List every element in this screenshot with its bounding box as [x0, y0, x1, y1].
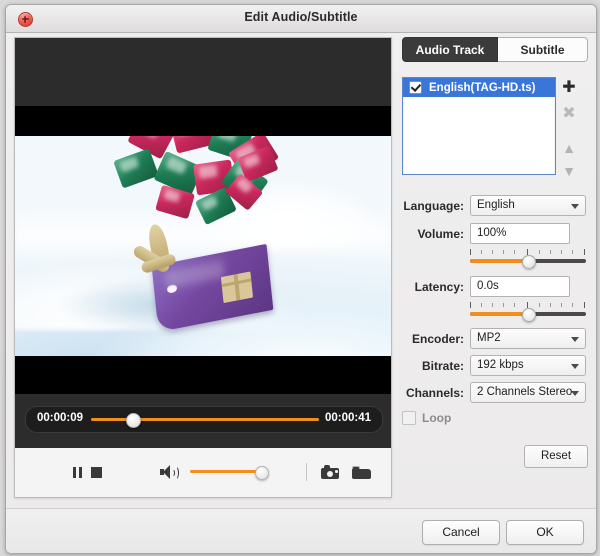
volume-slider-handle[interactable]: [522, 255, 536, 269]
folder-icon[interactable]: [352, 466, 371, 479]
chevron-down-icon: [571, 204, 579, 209]
window-title: Edit Audio/Subtitle: [244, 10, 358, 24]
chevron-down-icon: [571, 391, 579, 396]
channels-row: Channels: 2 Channels Stereo: [398, 382, 590, 404]
loop-checkbox-row[interactable]: Loop: [402, 410, 451, 426]
ok-button[interactable]: OK: [506, 520, 584, 545]
stop-icon[interactable]: [91, 467, 102, 478]
tab-audio-track[interactable]: Audio Track: [402, 37, 498, 62]
encoder-label: Encoder:: [411, 332, 464, 346]
letterbox-bottom: [15, 356, 391, 394]
reset-button[interactable]: Reset: [524, 445, 588, 468]
screen-top-bar: [15, 38, 391, 106]
volume-label: Volume:: [417, 227, 464, 241]
track-list-buttons: ✚ ✖ ▲ ▼: [558, 77, 586, 182]
remove-track-button[interactable]: ✖: [558, 103, 580, 125]
bitrate-label: Bitrate:: [421, 359, 464, 373]
bitrate-select[interactable]: 192 kbps: [470, 355, 586, 376]
latency-slider[interactable]: [470, 302, 586, 322]
track-checkbox[interactable]: [409, 81, 422, 94]
language-label: Language:: [403, 199, 464, 213]
current-time-label: 00:00:09: [37, 412, 84, 424]
encoder-select-wrap: MP2: [470, 328, 586, 349]
channels-value: 2 Channels Stereo: [477, 386, 573, 398]
video-player-panel: 00:00:09 00:00:41: [14, 37, 392, 498]
move-up-button[interactable]: ▲: [558, 137, 580, 159]
encoder-row: Encoder: MP2: [398, 328, 590, 350]
move-down-button[interactable]: ▼: [558, 160, 580, 182]
volume-row: Volume: 100%: [398, 223, 590, 245]
ribbon-bow: [128, 222, 203, 290]
loop-label: Loop: [422, 411, 452, 425]
bitrate-row: Bitrate: 192 kbps: [398, 355, 590, 377]
language-value: English: [477, 199, 515, 211]
channels-select-wrap: 2 Channels Stereo: [470, 382, 586, 403]
settings-panel: Audio Track Subtitle English(TAG-HD.ts) …: [398, 37, 590, 496]
language-select-wrap: English: [470, 195, 586, 216]
letterbox-top: [15, 106, 391, 136]
speaker-icon[interactable]: [160, 465, 179, 480]
pause-icon[interactable]: [73, 467, 82, 478]
latency-label: Latency:: [414, 280, 464, 294]
language-row: Language: English: [398, 195, 590, 217]
tab-subtitle[interactable]: Subtitle: [498, 37, 588, 62]
video-screen[interactable]: 00:00:09 00:00:41: [15, 38, 391, 448]
total-time-label: 00:00:41: [324, 412, 371, 424]
encoder-select[interactable]: MP2: [470, 328, 586, 349]
latency-field-wrap: 0.0s: [470, 276, 586, 297]
player-volume-handle[interactable]: [255, 466, 269, 480]
gift-icon: [220, 271, 254, 304]
track-label: English(TAG-HD.ts): [429, 81, 536, 94]
footer-bar: Cancel OK: [6, 509, 596, 553]
chevron-down-icon: [571, 337, 579, 342]
volume-input[interactable]: 100%: [470, 223, 570, 244]
timeline-handle[interactable]: [126, 413, 141, 428]
bitrate-select-wrap: 192 kbps: [470, 355, 586, 376]
latency-row: Latency: 0.0s: [398, 276, 590, 298]
latency-input[interactable]: 0.0s: [470, 276, 570, 297]
player-volume-track[interactable]: [190, 470, 262, 473]
title-bar: Edit Audio/Subtitle: [6, 5, 596, 33]
list-item[interactable]: English(TAG-HD.ts): [403, 78, 555, 97]
audio-track-list[interactable]: English(TAG-HD.ts): [402, 77, 556, 175]
channels-label: Channels:: [405, 386, 464, 400]
playback-timeline[interactable]: 00:00:09 00:00:41: [25, 406, 383, 433]
panel-tabs: Audio Track Subtitle: [402, 37, 588, 62]
loop-checkbox[interactable]: [402, 411, 416, 425]
latency-slider-handle[interactable]: [522, 308, 536, 322]
camera-icon[interactable]: [321, 465, 339, 479]
volume-slider[interactable]: [470, 249, 586, 269]
chevron-down-icon: [571, 364, 579, 369]
add-track-button[interactable]: ✚: [558, 77, 580, 99]
language-select[interactable]: English: [470, 195, 586, 216]
encoder-value: MP2: [477, 332, 501, 344]
transport-controls: [15, 448, 391, 496]
video-frame: [15, 136, 391, 356]
bitrate-value: 192 kbps: [477, 359, 524, 371]
latency-slider-fill: [470, 312, 528, 316]
channels-select[interactable]: 2 Channels Stereo: [470, 382, 586, 403]
cancel-button[interactable]: Cancel: [422, 520, 500, 545]
toolbar-divider: [306, 463, 307, 481]
volume-slider-fill: [470, 259, 528, 263]
edit-audio-subtitle-window: Edit Audio/Subtitle 00:00:09 00:00:41 Au…: [5, 4, 597, 554]
volume-field-wrap: 100%: [470, 223, 586, 244]
